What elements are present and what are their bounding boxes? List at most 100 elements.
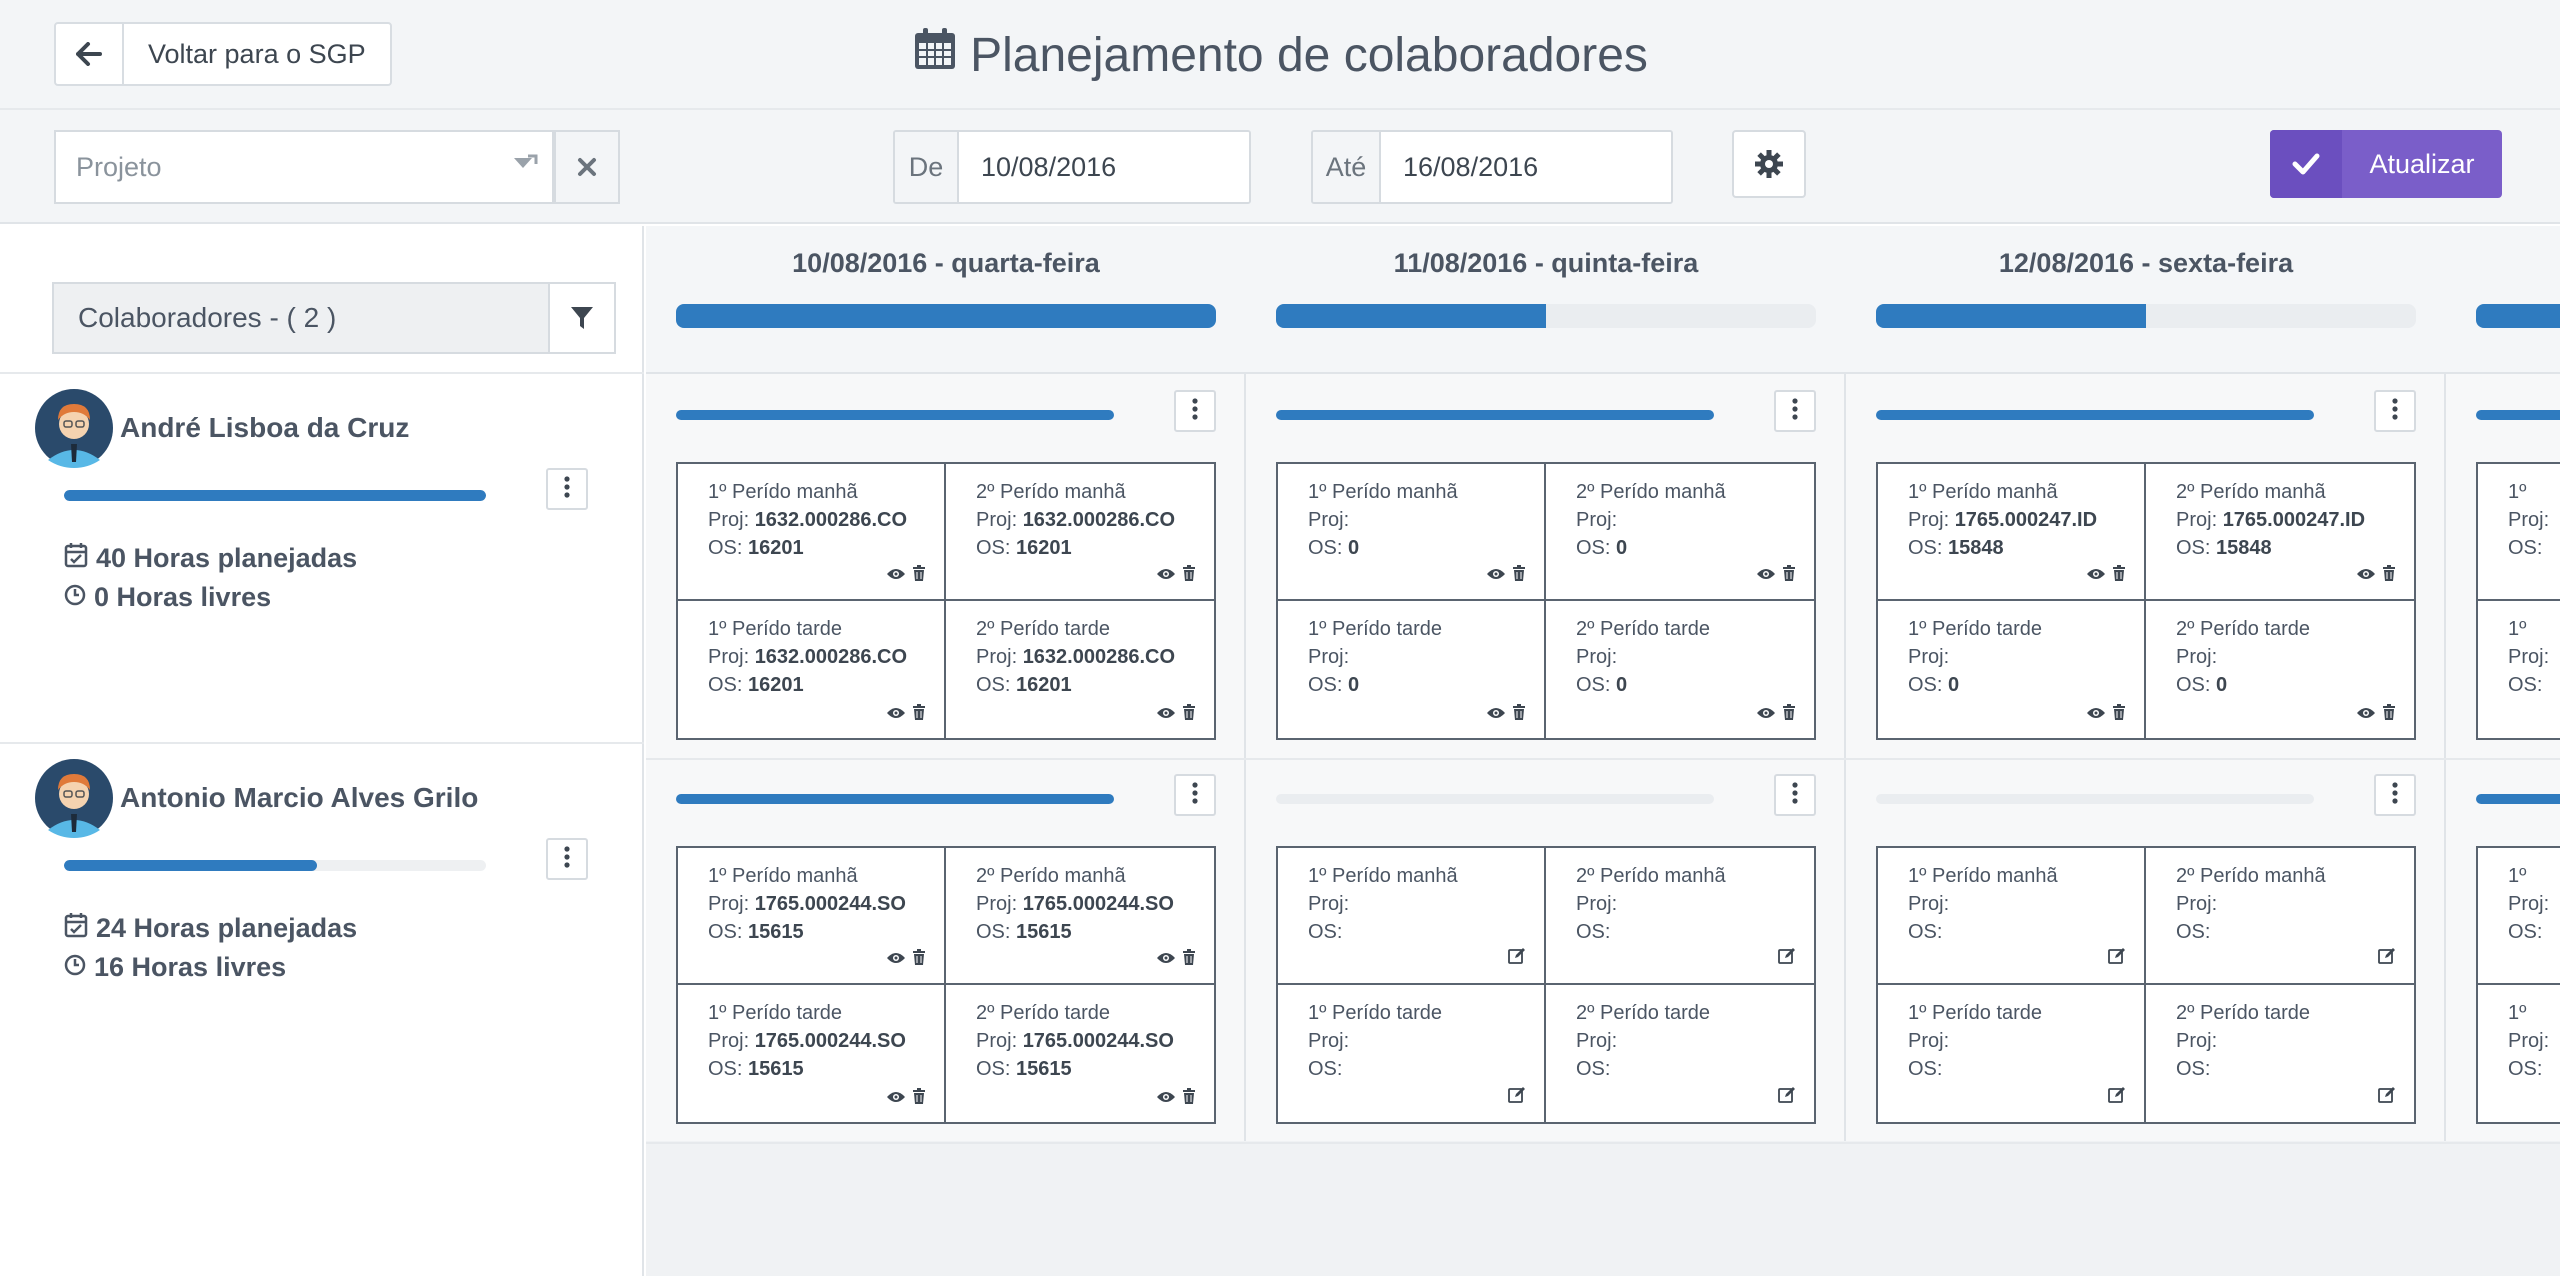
eye-icon[interactable] <box>1756 700 1776 728</box>
slot-menu-button[interactable] <box>2374 390 2416 432</box>
eye-icon[interactable] <box>2356 561 2376 589</box>
project-line: Proj: 1765.000244.SO <box>708 890 944 918</box>
period-cell[interactable]: 1º Proj: OS: <box>2478 985 2560 1122</box>
period-cell[interactable]: 2º Perído manhã Proj: 1765.000244.SO OS: 1… <box>946 848 1214 985</box>
period-cell[interactable]: 1º Perído tarde Proj: 1765.000244.SO OS: 1… <box>678 985 946 1122</box>
os-line: OS: 16201 <box>708 534 944 562</box>
period-cell[interactable]: 1º Perído manhã Proj: OS: <box>1278 848 1546 985</box>
slot-menu-button[interactable] <box>1774 774 1816 816</box>
eye-icon[interactable] <box>886 561 906 589</box>
slot-menu-button[interactable] <box>2374 774 2416 816</box>
period-cell[interactable]: 2º Perído tarde Proj: OS: 0 <box>1546 601 1814 738</box>
settings-button[interactable] <box>1732 130 1806 198</box>
period-cell[interactable]: 2º Perído manhã Proj: OS: <box>2146 848 2414 985</box>
slot-menu-button[interactable] <box>1774 390 1816 432</box>
period-cell[interactable]: 2º Perído manhã Proj: 1765.000247.ID OS: 1… <box>2146 464 2414 601</box>
eye-icon[interactable] <box>1486 700 1506 728</box>
eye-icon[interactable] <box>2356 700 2376 728</box>
edit-icon[interactable] <box>2108 945 2126 973</box>
period-cell[interactable]: 1º Perído tarde Proj: OS: <box>1878 985 2146 1122</box>
eye-icon[interactable] <box>886 1084 906 1112</box>
period-cell[interactable]: 1º Perído manhã Proj: 1765.000247.ID OS: 1… <box>1878 464 2146 601</box>
eye-icon[interactable] <box>886 700 906 728</box>
period-cell[interactable]: 1º Perído manhã Proj: 1632.000286.CO OS: 1… <box>678 464 946 601</box>
trash-icon[interactable] <box>1182 700 1196 728</box>
os-line: OS: 0 <box>1308 534 1544 562</box>
trash-icon[interactable] <box>1182 1084 1196 1112</box>
trash-icon[interactable] <box>912 561 926 589</box>
slot-menu-button[interactable] <box>1174 774 1216 816</box>
period-cell[interactable]: 1º Perído manhã Proj: 1765.000244.SO OS: 1… <box>678 848 946 985</box>
os-line: OS: <box>1308 918 1544 946</box>
period-cell[interactable]: 2º Perído manhã Proj: OS: 0 <box>1546 464 1814 601</box>
eye-icon[interactable] <box>1156 1084 1176 1112</box>
project-line: Proj: <box>1908 1027 2144 1055</box>
edit-icon[interactable] <box>1508 1084 1526 1112</box>
period-name: 1º <box>2508 481 2527 503</box>
project-label: Proj: <box>1576 893 1618 915</box>
os-line: OS: 0 <box>1576 671 1814 699</box>
period-cell[interactable]: 1º Perído tarde Proj: OS: 0 <box>1278 601 1546 738</box>
period-cell[interactable]: 1º Proj: OS: <box>2478 601 2560 738</box>
period-cell[interactable]: 2º Perído tarde Proj: OS: <box>1546 985 1814 1122</box>
edit-icon[interactable] <box>2378 1084 2396 1112</box>
edit-icon[interactable] <box>1778 1084 1796 1112</box>
clear-project-button[interactable] <box>554 130 620 204</box>
trash-icon[interactable] <box>1782 561 1796 589</box>
day-progress-bar <box>1876 304 2416 328</box>
trash-icon[interactable] <box>1182 561 1196 589</box>
collaborator-menu-button[interactable] <box>546 838 588 880</box>
period-cell[interactable]: 1º Proj: OS: <box>2478 848 2560 985</box>
period-cell[interactable]: 1º Perído tarde Proj: OS: <box>1278 985 1546 1122</box>
trash-icon[interactable] <box>912 700 926 728</box>
os-number: 15615 <box>1016 921 1072 943</box>
slot-progress-bar <box>2476 410 2560 420</box>
trash-icon[interactable] <box>1782 700 1796 728</box>
edit-icon[interactable] <box>1508 945 1526 973</box>
period-cell[interactable]: 2º Perído manhã Proj: OS: <box>1546 848 1814 985</box>
slot-menu-button[interactable] <box>1174 390 1216 432</box>
edit-icon[interactable] <box>2108 1084 2126 1112</box>
period-cell[interactable]: 1º Perído tarde Proj: OS: 0 <box>1878 601 2146 738</box>
collaborator-menu-button[interactable] <box>546 468 588 510</box>
eye-icon[interactable] <box>2086 561 2106 589</box>
eye-icon[interactable] <box>1756 561 1776 589</box>
update-button[interactable]: Atualizar <box>2270 130 2502 198</box>
eye-icon[interactable] <box>1156 945 1176 973</box>
eye-icon[interactable] <box>1156 700 1176 728</box>
period-cell[interactable]: 2º Perído manhã Proj: 1632.000286.CO OS: 1… <box>946 464 1214 601</box>
period-cell[interactable]: 2º Perído tarde Proj: OS: 0 <box>2146 601 2414 738</box>
period-cell[interactable]: 1º Proj: OS: <box>2478 464 2560 601</box>
edit-icon[interactable] <box>1778 945 1796 973</box>
os-number: 16201 <box>748 674 804 696</box>
trash-icon[interactable] <box>2112 700 2126 728</box>
day-column: 1º Proj: OS: 1º Proj: OS: 1º Proj: OS: 1º Pr… <box>2446 226 2560 1144</box>
eye-icon[interactable] <box>2086 700 2106 728</box>
eye-icon[interactable] <box>1156 561 1176 589</box>
period-cell[interactable]: 1º Perído manhã Proj: OS: <box>1878 848 2146 985</box>
period-cell[interactable]: 1º Perído tarde Proj: 1632.000286.CO OS: 1… <box>678 601 946 738</box>
date-to-input[interactable]: 16/08/2016 <box>1381 132 1671 202</box>
period-cell[interactable]: 2º Perído tarde Proj: OS: <box>2146 985 2414 1122</box>
period-cell[interactable]: 2º Perído tarde Proj: 1765.000244.SO OS: 1… <box>946 985 1214 1122</box>
filter-collaborators-button[interactable] <box>550 284 614 352</box>
trash-icon[interactable] <box>1512 561 1526 589</box>
trash-icon[interactable] <box>912 1084 926 1112</box>
period-cell[interactable]: 2º Perído tarde Proj: 1632.000286.CO OS: 1… <box>946 601 1214 738</box>
trash-icon[interactable] <box>2112 561 2126 589</box>
trash-icon[interactable] <box>912 945 926 973</box>
os-line: OS: 15615 <box>976 918 1214 946</box>
eye-icon[interactable] <box>1486 561 1506 589</box>
trash-icon[interactable] <box>1182 945 1196 973</box>
edit-icon[interactable] <box>2378 945 2396 973</box>
date-from-input[interactable]: 10/08/2016 <box>959 132 1249 202</box>
project-select[interactable]: Projeto <box>54 130 554 204</box>
os-label: OS: <box>2176 674 2211 696</box>
eye-icon[interactable] <box>886 945 906 973</box>
period-cell[interactable]: 1º Perído manhã Proj: OS: 0 <box>1278 464 1546 601</box>
trash-icon[interactable] <box>2382 700 2396 728</box>
trash-icon[interactable] <box>2382 561 2396 589</box>
day-progress-bar <box>676 304 1216 328</box>
period-name: 1º Perído manhã <box>1308 481 1458 503</box>
trash-icon[interactable] <box>1512 700 1526 728</box>
